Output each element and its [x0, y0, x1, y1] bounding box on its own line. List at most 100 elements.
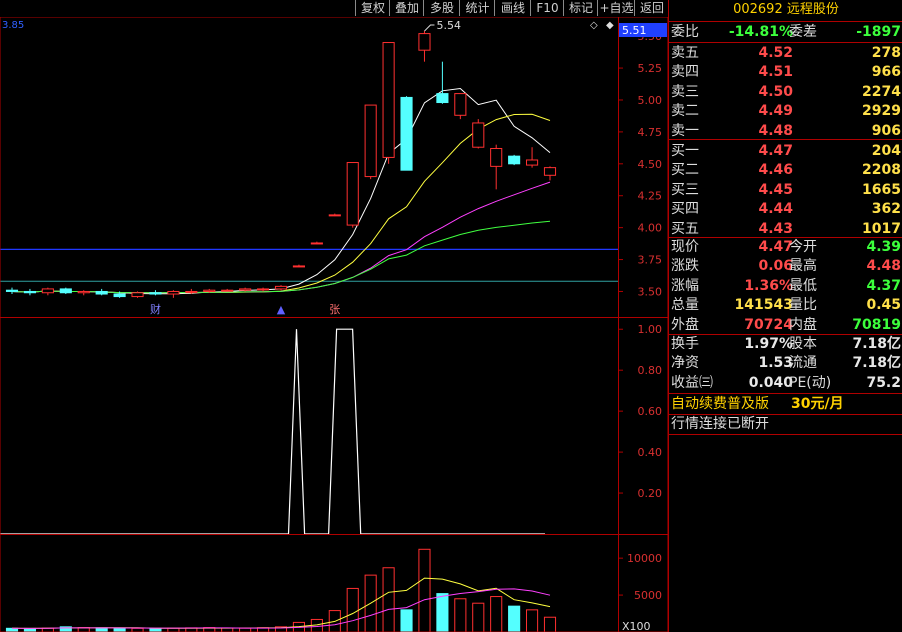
volume-bar-21 — [382, 567, 395, 632]
toolbar-button-6[interactable]: 标记 — [563, 0, 598, 16]
volume-bar-23 — [418, 548, 431, 632]
finance-label: 收益㈢ — [671, 374, 713, 391]
stat-label: 涨幅 — [671, 277, 699, 294]
ma5-line — [11, 87, 551, 295]
stat-value: 1.36% — [744, 277, 793, 294]
volume-bar-26 — [472, 602, 485, 632]
sell-volume: 2274 — [862, 83, 901, 100]
volume-ma10-line — [11, 588, 551, 629]
stock-title: 002692 远程股份 — [669, 0, 902, 20]
volume-panel: 10000 5000 X100 — [5, 548, 662, 632]
sell-price: 4.52 — [758, 45, 793, 61]
volume-ma5-line — [11, 577, 551, 629]
chart-toolbar: 复权 叠加 多股 统计 画线 F10 标记 +自选 返回 — [0, 0, 668, 17]
stat-label-2: 量比 — [789, 297, 817, 314]
candle-body-1 — [23, 290, 36, 294]
high-annotation: 5.54 — [436, 19, 461, 32]
stock-code: 002692 — [733, 2, 783, 17]
toolbar-button-7[interactable]: +自选 — [597, 0, 635, 16]
stat-value: 4.47 — [758, 239, 793, 255]
panel-frame — [0, 17, 668, 632]
candle-body-12 — [221, 289, 234, 292]
buy-label: 买三 — [671, 181, 699, 198]
finance-value-2: 7.18亿 — [852, 336, 901, 352]
orderbook-row-sell-3: 卖二 4.49 2929 — [669, 102, 902, 121]
finance-value-2: 75.2 — [866, 374, 901, 391]
orderbook-row-buy-1: 买二 4.46 2208 — [669, 161, 902, 180]
stat-row-1: 涨跌 0.06 最高 4.48 — [669, 257, 902, 276]
ma10-line — [11, 113, 551, 294]
sell-label: 卖五 — [671, 45, 699, 61]
expand-diamond-icon: ◇ — [590, 20, 598, 31]
promo-price[interactable]: 30元/月 — [791, 395, 844, 414]
candle-body-9 — [167, 290, 180, 295]
buy-label: 买二 — [671, 162, 699, 179]
toolbar-button-2[interactable]: 多股 — [423, 0, 460, 16]
toolbar-button-4[interactable]: 画线 — [494, 0, 531, 16]
event-marker-2: 张 — [329, 303, 340, 316]
buy-label: 买四 — [671, 201, 699, 218]
orderbook-row-sell-4: 卖一 4.48 906 — [669, 122, 902, 141]
sell-price: 4.49 — [758, 103, 793, 120]
promo-row[interactable]: 自动续费普及版 30元/月 — [669, 395, 902, 414]
stat-label-2: 今开 — [789, 239, 817, 255]
toolbar-button-3[interactable]: 统计 — [459, 0, 495, 16]
stat-value-2: 70819 — [852, 316, 901, 333]
orderbook-row-buy-0: 买一 4.47 204 — [669, 142, 902, 161]
sell-label: 卖四 — [671, 64, 699, 81]
candle-body-6 — [113, 293, 126, 298]
stat-label: 外盘 — [671, 316, 699, 333]
collapse-diamond-icon: ◆ — [606, 20, 614, 31]
finance-row-2: 收益㈢ 0.040 PE(动) 75.2 — [669, 374, 902, 393]
weibi-label: 委比 — [671, 24, 699, 40]
orderbook-row-sell-1: 卖四 4.51 966 — [669, 63, 902, 82]
toolbar-button-1[interactable]: 叠加 — [389, 0, 424, 16]
toolbar-button-0[interactable]: 复权 — [355, 0, 390, 16]
volume-tick-label-1: 5000 — [634, 589, 662, 602]
candle-body-20 — [364, 104, 377, 178]
stat-row-2: 涨幅 1.36% 最低 4.37 — [669, 277, 902, 296]
orderbook-row-buy-3: 买四 4.44 362 — [669, 200, 902, 219]
price-tick-label-3: 4.75 — [638, 126, 663, 139]
volume-tick-label-0: 10000 — [627, 552, 662, 565]
buy-volume: 362 — [871, 201, 901, 218]
toolbar-button-8[interactable]: 返回 — [634, 0, 669, 16]
volume-bar-22 — [400, 609, 413, 632]
stat-label-2: 最低 — [789, 277, 817, 294]
buy-label: 买一 — [671, 143, 699, 159]
candle-body-8 — [149, 292, 162, 295]
candle-body-19 — [346, 162, 359, 226]
indicator-tick-label-1: 0.80 — [638, 364, 663, 377]
toolbar-button-5[interactable]: F10 — [530, 0, 564, 16]
current-price-tag: 5.51 — [622, 24, 647, 37]
candle-body-0 — [5, 289, 19, 292]
candle-body-2 — [41, 288, 54, 294]
candle-body-24 — [436, 93, 449, 104]
stat-value-2: 4.48 — [866, 258, 901, 275]
stat-value: 0.06 — [758, 258, 793, 275]
finance-label-2: PE(动) — [789, 374, 832, 391]
candle-body-4 — [77, 290, 90, 294]
buy-price: 4.46 — [758, 162, 793, 179]
chart-area: 5.505.255.004.754.504.254.003.753.503.85… — [0, 17, 668, 632]
buy-volume: 1017 — [862, 220, 901, 237]
finance-label: 换手 — [671, 336, 699, 352]
price-label: 3.85 — [2, 20, 24, 31]
price-panel: 5.505.255.004.754.504.254.003.753.503.85… — [0, 19, 667, 316]
sell-volume: 966 — [871, 64, 901, 81]
stat-value: 70724 — [744, 316, 793, 333]
volume-bar-1 — [23, 627, 36, 632]
finance-value: 0.040 — [748, 374, 793, 391]
stat-label-2: 最高 — [789, 258, 817, 275]
candle-body-10 — [185, 290, 198, 293]
finance-label: 净资 — [671, 355, 699, 372]
volume-bar-27 — [490, 596, 503, 632]
quote-panel: 002692 远程股份 委比 -14.81% 委差 -1897 卖五 4.52 27… — [668, 0, 902, 632]
buy-price: 4.43 — [758, 220, 793, 237]
promo-text[interactable]: 自动续费普及版 — [671, 395, 769, 414]
price-tick-label-5: 4.25 — [638, 190, 663, 203]
volume-bar-19 — [346, 587, 359, 632]
stat-value-2: 0.45 — [866, 297, 901, 314]
volume-bar-24 — [436, 593, 449, 632]
finance-row-0: 换手 1.97% 股本 7.18亿 — [669, 335, 902, 354]
